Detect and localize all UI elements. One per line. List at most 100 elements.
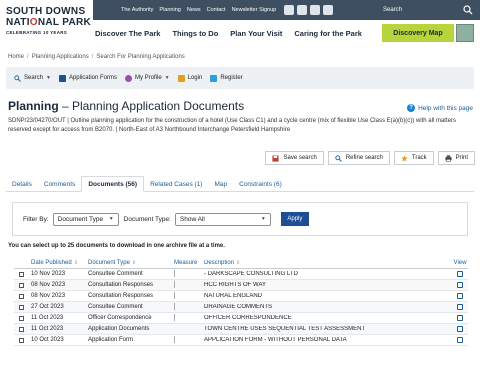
tab-comments[interactable]: Comments xyxy=(38,176,81,192)
document-type-cell: Application Documents xyxy=(88,326,150,332)
sort-icon: ⇕ xyxy=(236,260,241,266)
tab-details[interactable]: Details xyxy=(6,176,38,192)
measure-icon[interactable] xyxy=(174,303,175,310)
instagram-icon[interactable] xyxy=(297,5,308,15)
print-button[interactable]: Print xyxy=(437,151,475,165)
document-type-cell: Officer Correspondence xyxy=(88,315,152,321)
view-document-icon[interactable] xyxy=(457,315,463,321)
breadcrumb-search[interactable]: Search For Planning Applications xyxy=(96,54,184,60)
top-link-contact[interactable]: Contact xyxy=(207,7,226,13)
table-row: 08 Nov 2023 Consultation Responses HCC RIG… xyxy=(14,280,468,291)
view-document-icon[interactable] xyxy=(457,304,463,310)
row-checkbox[interactable] xyxy=(18,282,24,288)
facebook-icon[interactable] xyxy=(310,5,321,15)
view-document-icon[interactable] xyxy=(457,271,463,277)
refine-search-button[interactable]: Refine search xyxy=(327,151,390,165)
page-title: Planning – Planning Application Document… xyxy=(8,99,245,113)
header-document-type[interactable]: Document Type ⇕ xyxy=(85,260,171,266)
help-icon: ? xyxy=(407,104,416,112)
header-date-published[interactable]: Date Published ⇕ xyxy=(28,260,85,266)
table-row: 10 Oct 2023 Application Form APPLICATION F… xyxy=(14,335,468,346)
action-buttons: Save search Refine search Track Print xyxy=(261,151,475,165)
measure-cell xyxy=(171,303,201,310)
nav-things-to-do[interactable]: Things to Do xyxy=(172,29,218,38)
breadcrumb-planning-applications[interactable]: Planning Applications xyxy=(32,54,89,60)
breadcrumb: Home / Planning Applications / Search For Pl… xyxy=(8,54,185,60)
date-published-cell: 08 Nov 2023 xyxy=(31,293,66,299)
tab-map[interactable]: Map xyxy=(208,176,233,192)
description-cell: DRAINAGE COMMENTS xyxy=(204,304,273,310)
header-description[interactable]: Description ⇕ xyxy=(201,260,452,266)
document-type-select[interactable]: Show All ▼ xyxy=(174,212,271,226)
search-icon[interactable] xyxy=(463,5,473,15)
nav-plan-your-visit[interactable]: Plan Your Visit xyxy=(230,29,282,38)
save-icon xyxy=(272,154,280,162)
search-menu[interactable]: Search ▼ xyxy=(14,74,51,82)
top-link-newsletter[interactable]: Newsletter Signup xyxy=(232,7,277,13)
download-note: You can select up to 25 documents to dow… xyxy=(8,243,225,249)
description-cell: OFFICER CORRESPONDENCE xyxy=(204,315,292,321)
apply-button[interactable]: Apply xyxy=(280,212,309,226)
logo-tagline: CELEBRATING 10 YEARS xyxy=(6,30,68,35)
view-document-icon[interactable] xyxy=(457,282,463,288)
row-checkbox[interactable] xyxy=(18,271,24,277)
map-thumbnail-icon[interactable] xyxy=(456,24,474,42)
twitter-icon[interactable] xyxy=(284,5,295,15)
description-cell: HCC RIGHTS OF WAY xyxy=(204,282,266,288)
top-link-authority[interactable]: The Authority xyxy=(121,7,153,13)
tab-documents[interactable]: Documents (56) xyxy=(81,176,145,192)
measure-icon[interactable] xyxy=(174,281,175,288)
form-icon xyxy=(58,74,66,82)
sort-icon: ⇕ xyxy=(131,260,137,266)
filter-by-label: Filter By: xyxy=(23,215,49,223)
row-checkbox[interactable] xyxy=(18,304,24,310)
measure-icon[interactable] xyxy=(174,270,175,277)
view-cell xyxy=(452,282,468,288)
view-document-icon[interactable] xyxy=(457,326,463,332)
measure-icon[interactable] xyxy=(174,314,175,321)
nav-caring-for-the-park[interactable]: Caring for the Park xyxy=(294,29,362,38)
chevron-down-icon: ▼ xyxy=(108,216,114,222)
date-published-cell: 11 Oct 2023 xyxy=(31,326,64,332)
description-cell: APPLICATION FORM - WITHOUT PERSONAL DATA xyxy=(204,337,347,343)
row-checkbox[interactable] xyxy=(18,326,24,332)
measure-icon[interactable] xyxy=(174,292,175,299)
tab-constraints[interactable]: Constraints (6) xyxy=(233,176,288,192)
view-document-icon[interactable] xyxy=(457,293,463,299)
header-measure: Measure xyxy=(174,260,198,266)
application-forms-link[interactable]: Application Forms xyxy=(58,74,117,82)
breadcrumb-home[interactable]: Home xyxy=(8,54,24,60)
save-search-button[interactable]: Save search xyxy=(265,151,324,165)
row-select-cell xyxy=(14,304,28,310)
documents-table: Date Published ⇕ Document Type ⇕ Measure D… xyxy=(14,258,468,346)
help-link[interactable]: ? Help with this page xyxy=(407,104,473,112)
row-checkbox[interactable] xyxy=(18,337,24,343)
table-row: 27 Oct 2023 Consultee Comment DRAINAGE COM… xyxy=(14,302,468,313)
tab-related-cases[interactable]: Related Cases (1) xyxy=(144,176,208,192)
top-link-planning[interactable]: Planning xyxy=(159,7,180,13)
view-document-icon[interactable] xyxy=(457,337,463,343)
top-link-news[interactable]: News xyxy=(187,7,201,13)
login-link[interactable]: Login xyxy=(177,74,202,82)
table-row: 10 Nov 2023 Consultee Comment - DARKSCAPE … xyxy=(14,269,468,280)
row-checkbox[interactable] xyxy=(18,315,24,321)
measure-icon[interactable] xyxy=(174,336,175,343)
youtube-icon[interactable] xyxy=(323,5,334,15)
row-checkbox[interactable] xyxy=(18,293,24,299)
register-icon xyxy=(210,74,218,82)
table-row: 11 Oct 2023 Officer Correspondence OFFICER… xyxy=(14,313,468,324)
nav-discover-the-park[interactable]: Discover The Park xyxy=(95,29,160,38)
my-profile-menu[interactable]: My Profile ▼ xyxy=(125,74,170,82)
register-link[interactable]: Register xyxy=(210,74,243,82)
row-select-cell xyxy=(14,337,28,343)
view-cell xyxy=(452,315,468,321)
discovery-map-button[interactable]: Discovery Map xyxy=(382,24,454,42)
site-logo[interactable]: SOUTH DOWNS NATIONAL PARK CELEBRATING 10… xyxy=(6,6,91,35)
top-bar: The Authority Planning News Contact News… xyxy=(93,0,480,20)
document-type-cell: Application Form xyxy=(88,337,134,343)
track-button[interactable]: Track xyxy=(393,151,434,165)
filter-by-select[interactable]: Document Type ▼ xyxy=(52,212,119,226)
date-published-cell: 08 Nov 2023 xyxy=(31,282,66,288)
document-type-cell: Consultee Comment xyxy=(88,304,143,310)
site-search-input[interactable]: Search xyxy=(379,2,477,18)
